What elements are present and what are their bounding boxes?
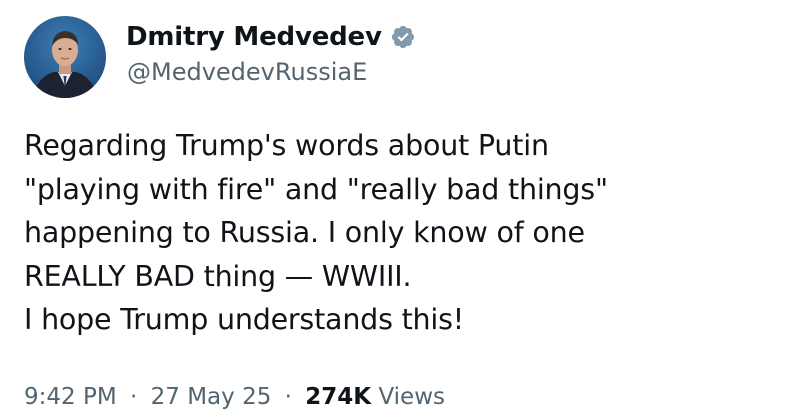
author-handle[interactable]: @MedvedevRussiaE: [127, 58, 367, 86]
tweet-text-line: REALLY BAD thing — WWIII.: [24, 259, 412, 293]
author-display-name[interactable]: Dmitry Medvedev: [126, 22, 382, 52]
tweet-text-line: "playing with fire" and "really bad thin…: [24, 172, 608, 206]
views-link[interactable]: 274K Views: [305, 384, 445, 410]
author-name-row: Dmitry Medvedev: [126, 22, 416, 52]
tweet-text-line: happening to Russia. I only know of one: [24, 216, 585, 249]
avatar-photo: [24, 16, 106, 98]
verified-badge-icon: [390, 24, 416, 50]
tweet-text-line: Regarding Trump's words about Putin: [24, 129, 549, 162]
author-avatar[interactable]: [24, 16, 106, 98]
tweet-meta: 9:42 PM · 27 May 25 · 274K Views: [24, 384, 445, 410]
tweet-text-line: I hope Trump understands this!: [24, 303, 465, 336]
meta-separator: ·: [284, 384, 292, 410]
tweet-card: Dmitry Medvedev @MedvedevRussiaE Regardi…: [0, 0, 800, 419]
tweet-date-link[interactable]: 27 May 25: [151, 384, 272, 410]
views-count: 274K: [305, 384, 372, 410]
meta-separator: ·: [130, 384, 138, 410]
views-label: Views: [378, 384, 446, 410]
tweet-text: Regarding Trump's words about Putin "pla…: [24, 124, 794, 342]
tweet-time-link[interactable]: 9:42 PM: [24, 384, 117, 410]
